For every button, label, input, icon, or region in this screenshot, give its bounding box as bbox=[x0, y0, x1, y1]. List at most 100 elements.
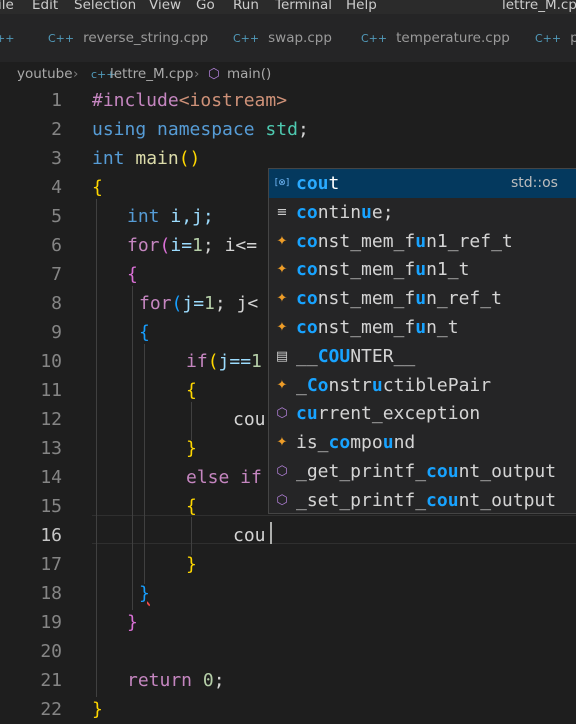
cpp-file-icon: c++ bbox=[0, 31, 15, 45]
code-line-15: { bbox=[186, 496, 197, 517]
suggestion-label: const_mem_fun1_t bbox=[296, 259, 470, 281]
tab-swap[interactable]: C++ swap.cpp bbox=[233, 14, 332, 62]
tab-previous-partial[interactable]: c++ bbox=[0, 14, 23, 62]
constant-icon: ▤ bbox=[275, 348, 289, 364]
suggestion-item[interactable]: ⬡ _set_printf_count_output bbox=[269, 486, 576, 513]
class-icon: ✦ bbox=[276, 291, 288, 307]
code-line-2: using namespace std; bbox=[92, 119, 309, 140]
menu-run[interactable]: Run bbox=[233, 0, 259, 13]
suggestion-label: const_mem_fun_t bbox=[296, 317, 459, 338]
class-icon: ✦ bbox=[276, 435, 288, 451]
code-line-9: { bbox=[139, 322, 150, 343]
suggestion-label: _set_printf_count_output bbox=[296, 489, 557, 511]
method-icon: ⬡ bbox=[276, 464, 288, 479]
class-icon: ✦ bbox=[276, 262, 288, 278]
code-line-4: { bbox=[92, 177, 103, 198]
cpp-file-icon: C++ bbox=[535, 31, 562, 45]
code-line-8: for(j=1; j< bbox=[139, 293, 259, 314]
code-line-12: cou bbox=[233, 409, 266, 430]
code-line-21: return 0; bbox=[127, 670, 225, 691]
code-line-19: } bbox=[127, 612, 138, 633]
cpp-file-icon: C++ bbox=[233, 31, 260, 45]
code-line-5: int i,j; bbox=[127, 206, 214, 227]
line-number: 20 bbox=[40, 641, 62, 662]
code-line-11: { bbox=[186, 380, 197, 401]
suggestion-item[interactable]: ⬡ current_exception bbox=[269, 399, 576, 428]
autocomplete-suggestions[interactable]: [⊗] cout std::os ≡ continue; ✦ const_mem_fun1_… bbox=[268, 168, 576, 514]
tab-reverse-string[interactable]: C++ reverse_string.cpp bbox=[48, 14, 208, 62]
code-line-3: int main() bbox=[92, 148, 201, 169]
text-cursor bbox=[270, 522, 272, 544]
code-line-16: cou bbox=[233, 525, 266, 546]
suggestion-item[interactable]: ✦ _ConstructiblePair bbox=[269, 371, 576, 400]
indent-guide bbox=[96, 199, 97, 697]
chevron-right-icon: › bbox=[73, 66, 79, 82]
breadcrumb: youtube › c++ lettre_M.cpp › ⬡ main() bbox=[0, 62, 576, 87]
code-line-18: } bbox=[139, 583, 150, 604]
menu-view[interactable]: View bbox=[149, 0, 181, 13]
suggestion-label: const_mem_fun1_ref_t bbox=[296, 230, 513, 252]
suggestion-label: _get_printf_count_output bbox=[296, 461, 557, 482]
line-number: 8 bbox=[51, 293, 62, 314]
symbol-method-icon: ⬡ bbox=[208, 66, 220, 82]
current-line-highlight bbox=[92, 515, 576, 544]
class-icon: ✦ bbox=[276, 377, 288, 393]
suggestion-item[interactable]: ✦ const_mem_fun1_ref_t bbox=[269, 227, 576, 256]
line-number: 6 bbox=[51, 235, 62, 256]
suggestion-item[interactable]: ✦ const_mem_fun1_t bbox=[269, 255, 576, 284]
suggestion-item[interactable]: ▤ __COUNTER__ bbox=[269, 342, 576, 371]
line-number: 14 bbox=[40, 467, 62, 488]
indent-guide bbox=[132, 286, 133, 610]
breadcrumb-folder[interactable]: youtube bbox=[17, 66, 73, 82]
line-number: 12 bbox=[40, 409, 62, 430]
tab-bar: c++ C++ reverse_string.cpp C++ swap.cpp … bbox=[0, 14, 576, 62]
tab-label: prin bbox=[570, 30, 576, 46]
suggestion-item[interactable]: ✦ is_compound bbox=[269, 428, 576, 457]
menu-terminal[interactable]: Terminal bbox=[275, 0, 332, 13]
chevron-right-icon: › bbox=[194, 66, 200, 82]
method-icon: ⬡ bbox=[276, 406, 288, 422]
suggestion-label: const_mem_fun_ref_t bbox=[296, 288, 502, 310]
code-line-17: } bbox=[186, 554, 197, 575]
tab-temperature[interactable]: C++ temperature.cpp bbox=[361, 14, 510, 62]
tab-label: swap.cpp bbox=[268, 30, 332, 46]
line-number: 5 bbox=[51, 206, 62, 227]
line-number: 4 bbox=[51, 177, 62, 198]
class-icon: ✦ bbox=[276, 233, 288, 249]
suggestion-label: _ConstructiblePair bbox=[296, 374, 492, 396]
class-icon: ✦ bbox=[276, 320, 288, 335]
code-line-7: { bbox=[127, 264, 138, 285]
code-line-14: else if bbox=[186, 467, 262, 488]
suggestion-item[interactable]: ✦ const_mem_fun_t bbox=[269, 313, 576, 342]
keyword-icon: ≡ bbox=[276, 204, 288, 220]
code-line-6: for(i=1; i<= bbox=[127, 235, 258, 256]
line-number: 19 bbox=[40, 612, 62, 633]
method-icon: ⬡ bbox=[276, 492, 288, 508]
suggestion-label: current_exception bbox=[296, 403, 481, 425]
suggestion-item[interactable]: ✦ const_mem_fun_ref_t bbox=[269, 284, 576, 313]
line-number: 18 bbox=[40, 583, 62, 604]
menu-bar: ile Edit Selection View Go Run Terminal … bbox=[0, 0, 576, 14]
cpp-file-icon: C++ bbox=[361, 31, 388, 45]
breadcrumb-file[interactable]: lettre_M.cpp bbox=[110, 66, 193, 82]
line-number: 17 bbox=[40, 554, 62, 575]
line-number: 21 bbox=[40, 670, 62, 691]
menu-go[interactable]: Go bbox=[196, 0, 215, 13]
suggestion-item[interactable]: ≡ continue; bbox=[269, 198, 576, 227]
code-line-10: if(j==1 bbox=[186, 351, 262, 372]
tab-prin-partial[interactable]: C++ prin bbox=[535, 14, 576, 62]
menu-edit[interactable]: Edit bbox=[32, 0, 58, 13]
breadcrumb-symbol[interactable]: main() bbox=[227, 66, 271, 82]
cpp-file-icon: C++ bbox=[48, 31, 75, 45]
line-number: 15 bbox=[40, 496, 62, 517]
line-number: 11 bbox=[40, 380, 62, 401]
suggestion-item[interactable]: ⬡ _get_printf_count_output bbox=[269, 457, 576, 486]
tab-label: temperature.cpp bbox=[396, 30, 510, 46]
suggestion-item[interactable]: [⊗] cout std::os bbox=[269, 169, 576, 198]
menu-file[interactable]: ile bbox=[0, 0, 14, 13]
line-number: 9 bbox=[51, 322, 62, 343]
menu-help[interactable]: Help bbox=[346, 0, 377, 13]
line-number: 13 bbox=[40, 438, 62, 459]
line-number: 7 bbox=[51, 264, 62, 285]
menu-selection[interactable]: Selection bbox=[74, 0, 136, 13]
